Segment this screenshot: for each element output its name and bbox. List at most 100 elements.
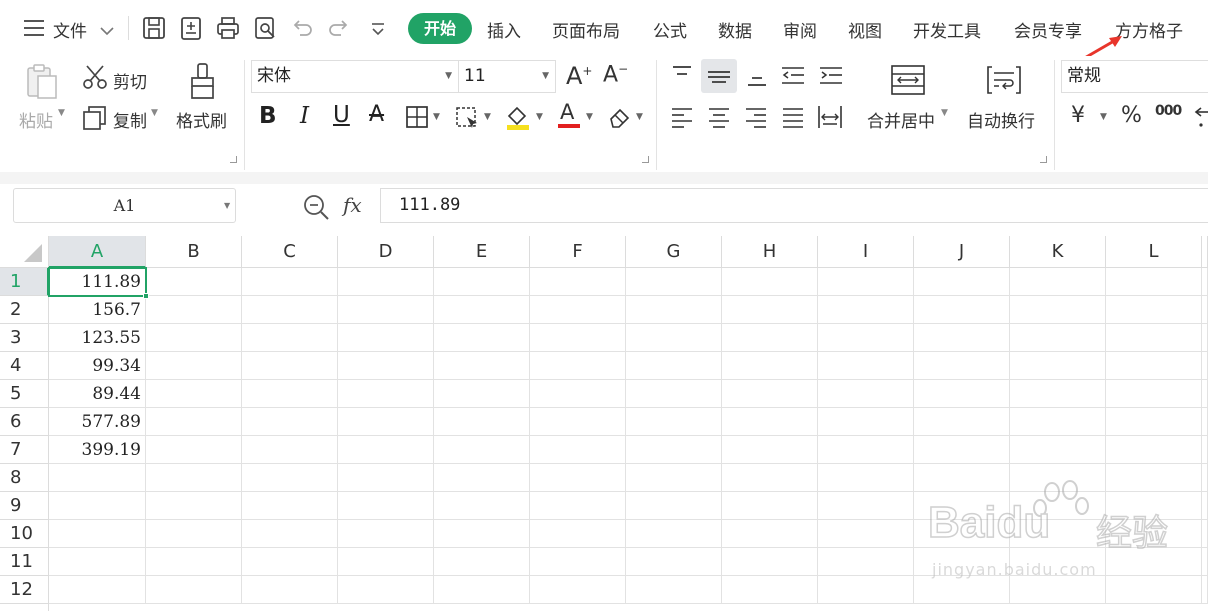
cut-button[interactable]: 剪切 [113,68,147,93]
cell-k7[interactable] [1010,436,1106,464]
cell-b2[interactable] [146,296,242,324]
cell-f2[interactable] [530,296,626,324]
cell-h8[interactable] [722,464,818,492]
cell-a8[interactable] [49,464,146,492]
cell-h3[interactable] [722,324,818,352]
cell-b1[interactable] [146,268,242,296]
cell-m2[interactable] [1202,296,1208,324]
copy-button[interactable]: 复制 [113,107,147,132]
cell-style-icon[interactable] [455,105,481,133]
clipboard-dialog-launcher[interactable] [230,156,237,163]
row-header-11[interactable]: 11 [0,548,49,576]
cell-d11[interactable] [338,548,434,576]
paste-dropdown-icon[interactable]: ▼ [58,108,65,118]
cell-m5[interactable] [1202,380,1208,408]
fill-color-icon[interactable] [505,103,531,135]
cell-m7[interactable] [1202,436,1208,464]
cell-d3[interactable] [338,324,434,352]
align-middle-button[interactable] [701,59,737,93]
row-header-3[interactable]: 3 [0,324,49,352]
cell-f10[interactable] [530,520,626,548]
currency-button[interactable]: ¥ [1071,103,1085,128]
tab-developer[interactable]: 开发工具 [913,17,981,42]
chevron-down-icon[interactable] [99,22,115,41]
cell-h11[interactable] [722,548,818,576]
cell-b5[interactable] [146,380,242,408]
cell-i12[interactable] [818,576,914,604]
cell-d10[interactable] [338,520,434,548]
copy-icon[interactable] [82,105,108,135]
cell-m11[interactable] [1202,548,1208,576]
column-header-d[interactable]: D [338,236,434,268]
cell-l2[interactable] [1106,296,1202,324]
cell-a11[interactable] [49,548,146,576]
font-color-dropdown-icon[interactable]: ▼ [586,112,593,122]
formula-input[interactable]: 111.89 [380,188,1208,223]
clear-format-dropdown-icon[interactable]: ▼ [636,112,643,122]
cell-i5[interactable] [818,380,914,408]
cell-j2[interactable] [914,296,1010,324]
percent-button[interactable]: % [1121,103,1142,128]
cell-b10[interactable] [146,520,242,548]
save-icon[interactable] [141,14,167,42]
column-header-l[interactable]: L [1106,236,1202,268]
select-all-corner[interactable] [0,236,49,268]
cell-m3[interactable] [1202,324,1208,352]
cell-m4[interactable] [1202,352,1208,380]
cell-h2[interactable] [722,296,818,324]
name-box[interactable]: A1 [13,188,236,223]
row-header-8[interactable]: 8 [0,464,49,492]
cell-h4[interactable] [722,352,818,380]
cell-d5[interactable] [338,380,434,408]
copy-dropdown-icon[interactable]: ▼ [151,108,158,118]
cell-e5[interactable] [434,380,530,408]
number-format-select[interactable]: 常规 [1061,60,1208,93]
column-header-j[interactable]: J [914,236,1010,268]
cell-g7[interactable] [626,436,722,464]
cell-k6[interactable] [1010,408,1106,436]
file-menu[interactable]: 文件 [53,17,87,42]
cell-l1[interactable] [1106,268,1202,296]
cell-c8[interactable] [242,464,338,492]
cell-b8[interactable] [146,464,242,492]
cell-j3[interactable] [914,324,1010,352]
merge-center-icon[interactable] [890,64,926,100]
row-header-6[interactable]: 6 [0,408,49,436]
cell-i1[interactable] [818,268,914,296]
cell-m8[interactable] [1202,464,1208,492]
borders-icon[interactable] [405,105,429,133]
cell-m12[interactable] [1202,576,1208,604]
cell-e1[interactable] [434,268,530,296]
cell-m9[interactable] [1202,492,1208,520]
tab-review[interactable]: 审阅 [783,17,817,42]
column-header-f[interactable]: F [530,236,626,268]
thousands-separator-button[interactable]: 000 [1155,103,1182,119]
paste-button[interactable]: 粘贴 [19,107,53,132]
cell-h12[interactable] [722,576,818,604]
cell-k4[interactable] [1010,352,1106,380]
font-size-select[interactable]: 11 ▼ [458,60,556,93]
paste-icon[interactable] [25,62,59,106]
print-icon[interactable] [215,14,241,42]
cell-a7[interactable]: 399.19 [49,436,146,464]
cell-g9[interactable] [626,492,722,520]
row-header-9[interactable]: 9 [0,492,49,520]
row-header-4[interactable]: 4 [0,352,49,380]
align-top-icon[interactable] [670,64,694,90]
cell-f5[interactable] [530,380,626,408]
underline-button[interactable]: U [333,102,350,128]
wrap-text-icon[interactable] [986,64,1022,100]
column-header-h[interactable]: H [722,236,818,268]
cell-d12[interactable] [338,576,434,604]
cell-f12[interactable] [530,576,626,604]
cell-d9[interactable] [338,492,434,520]
cell-k1[interactable] [1010,268,1106,296]
cell-c6[interactable] [242,408,338,436]
align-center-icon[interactable] [707,105,731,133]
cell-k2[interactable] [1010,296,1106,324]
cell-a4[interactable]: 99.34 [49,352,146,380]
cell-i6[interactable] [818,408,914,436]
cell-i10[interactable] [818,520,914,548]
cell-i4[interactable] [818,352,914,380]
row-header-partial[interactable] [0,604,49,611]
